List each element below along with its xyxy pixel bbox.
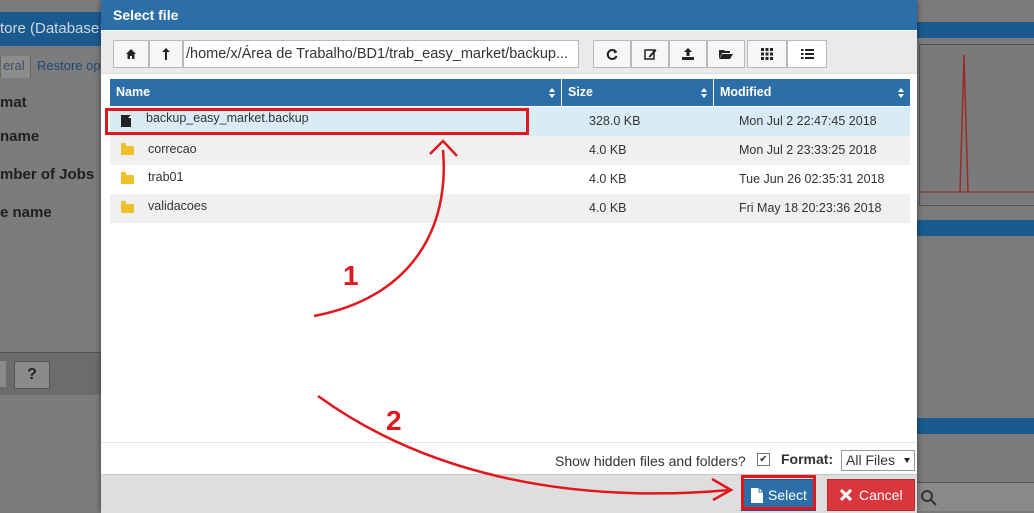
annotation-arrows xyxy=(313,139,734,502)
arrow-step-1 xyxy=(313,149,445,318)
annotation-step-1: 1 xyxy=(343,260,359,291)
annotation-step-2: 2 xyxy=(386,405,402,436)
arrow-step-2 xyxy=(317,394,731,495)
